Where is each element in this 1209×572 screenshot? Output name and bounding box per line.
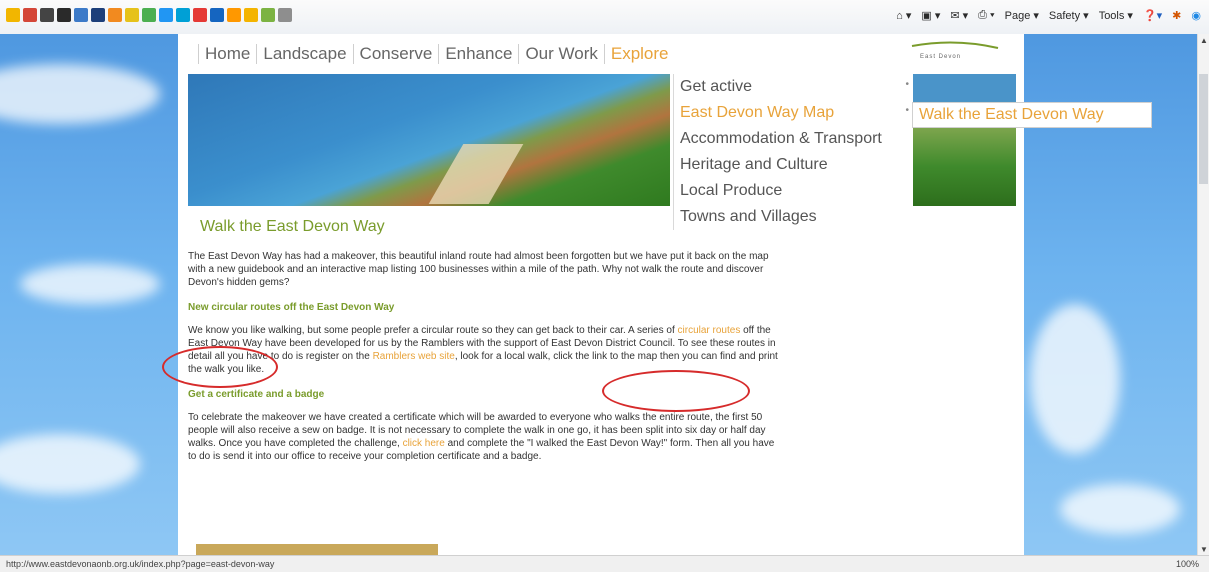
bookmark-icon[interactable] xyxy=(40,8,54,22)
favorites-bar xyxy=(6,8,292,22)
menu-item-label: Get active xyxy=(680,78,753,95)
nav-home[interactable]: Home xyxy=(198,44,256,64)
feeds-icon[interactable]: ▣ ▾ xyxy=(921,9,940,22)
menu-item-accommodation[interactable]: Accommodation & Transport xyxy=(673,126,913,152)
app-icon[interactable] xyxy=(278,8,292,22)
app-icon[interactable] xyxy=(57,8,71,22)
favorites-star-icon[interactable] xyxy=(6,8,20,22)
vertical-scrollbar[interactable]: ▲ ▼ xyxy=(1197,34,1209,556)
nav-our-work[interactable]: Our Work xyxy=(518,44,603,64)
extension-icon[interactable]: ✱ xyxy=(1172,9,1181,22)
hero-beach xyxy=(428,144,524,204)
submenu-walk-east-devon-way[interactable]: Walk the East Devon Way xyxy=(912,102,1152,128)
scroll-down-icon[interactable]: ▼ xyxy=(1200,545,1208,554)
explore-dropdown: Get active • East Devon Way Map • Accomm… xyxy=(673,74,913,230)
app-icon[interactable] xyxy=(74,8,88,22)
menu-item-label: Accommodation & Transport xyxy=(680,130,882,147)
safety-menu[interactable]: Safety ▾ xyxy=(1049,9,1089,22)
annotation-circle xyxy=(602,370,750,412)
nav-explore[interactable]: Explore xyxy=(603,44,675,64)
menu-item-label: Heritage and Culture xyxy=(680,156,828,173)
menu-item-local-produce[interactable]: Local Produce xyxy=(673,178,913,204)
side-image xyxy=(910,74,1016,206)
text: We know you like walking, but some peopl… xyxy=(188,325,678,336)
app-icon[interactable] xyxy=(176,8,190,22)
web-page: Home Landscape Conserve Enhance Our Work… xyxy=(162,34,1152,556)
click-here-link[interactable]: click here xyxy=(403,438,445,449)
mail-read-icon[interactable]: ✉ ▾ xyxy=(950,9,968,22)
app-icon[interactable] xyxy=(108,8,122,22)
app-icon[interactable] xyxy=(142,8,156,22)
app-icon[interactable] xyxy=(193,8,207,22)
app-icon[interactable] xyxy=(210,8,224,22)
submenu-indicator-icon: • xyxy=(905,105,909,116)
menu-item-label: Towns and Villages xyxy=(680,208,817,225)
home-icon[interactable]: ⌂ ▾ xyxy=(896,9,911,22)
extension-icon[interactable]: ◉ xyxy=(1191,9,1201,22)
browser-toolbar: ⌂ ▾ ▣ ▾ ✉ ▾ ⎙ ▾ Page ▾ Safety ▾ Tools ▾ … xyxy=(0,0,1209,35)
background-sky: Home Landscape Conserve Enhance Our Work… xyxy=(0,34,1198,556)
nav-landscape[interactable]: Landscape xyxy=(256,44,352,64)
menu-item-label: East Devon Way Map xyxy=(680,104,835,121)
status-bar: http://www.eastdevonaonb.org.uk/index.ph… xyxy=(0,555,1209,572)
app-icon[interactable] xyxy=(261,8,275,22)
menu-item-towns-villages[interactable]: Towns and Villages xyxy=(673,204,913,230)
hero-image xyxy=(188,74,670,206)
mail-icon[interactable] xyxy=(23,8,37,22)
scroll-thumb[interactable] xyxy=(1199,74,1208,184)
app-icon[interactable] xyxy=(125,8,139,22)
app-icon[interactable] xyxy=(159,8,173,22)
nav-enhance[interactable]: Enhance xyxy=(438,44,518,64)
print-icon[interactable]: ⎙ ▾ xyxy=(978,9,994,22)
submenu-indicator-icon: • xyxy=(905,79,909,90)
tools-menu[interactable]: Tools ▾ xyxy=(1099,9,1133,22)
menu-item-heritage[interactable]: Heritage and Culture xyxy=(673,152,913,178)
main-nav: Home Landscape Conserve Enhance Our Work… xyxy=(198,44,675,64)
ramblers-link[interactable]: Ramblers web site xyxy=(373,351,455,362)
app-icon[interactable] xyxy=(227,8,241,22)
zoom-level[interactable]: 100% xyxy=(1176,559,1199,569)
certificate-paragraph: To celebrate the makeover we have create… xyxy=(188,411,778,463)
app-icon[interactable] xyxy=(91,8,105,22)
section-heading: New circular routes off the East Devon W… xyxy=(188,302,395,313)
nav-conserve[interactable]: Conserve xyxy=(352,44,439,64)
site-logo[interactable]: East Devon xyxy=(910,40,1000,70)
command-bar: ⌂ ▾ ▣ ▾ ✉ ▾ ⎙ ▾ Page ▾ Safety ▾ Tools ▾ … xyxy=(896,9,1201,22)
help-icon[interactable]: ❓▾ xyxy=(1143,9,1162,22)
logo-text: East Devon xyxy=(920,54,962,60)
circular-routes-link[interactable]: circular routes xyxy=(678,325,741,336)
annotation-circle xyxy=(162,346,278,388)
menu-item-east-devon-way-map[interactable]: East Devon Way Map • xyxy=(673,100,913,126)
app-icon[interactable] xyxy=(244,8,258,22)
page-menu[interactable]: Page ▾ xyxy=(1005,9,1039,22)
menu-item-get-active[interactable]: Get active • xyxy=(673,74,913,100)
intro-paragraph: The East Devon Way has had a makeover, t… xyxy=(188,251,769,288)
menu-item-label: Local Produce xyxy=(680,182,783,199)
status-url: http://www.eastdevonaonb.org.uk/index.ph… xyxy=(6,559,275,569)
page-title: Walk the East Devon Way xyxy=(200,218,385,235)
scroll-up-icon[interactable]: ▲ xyxy=(1200,36,1208,45)
